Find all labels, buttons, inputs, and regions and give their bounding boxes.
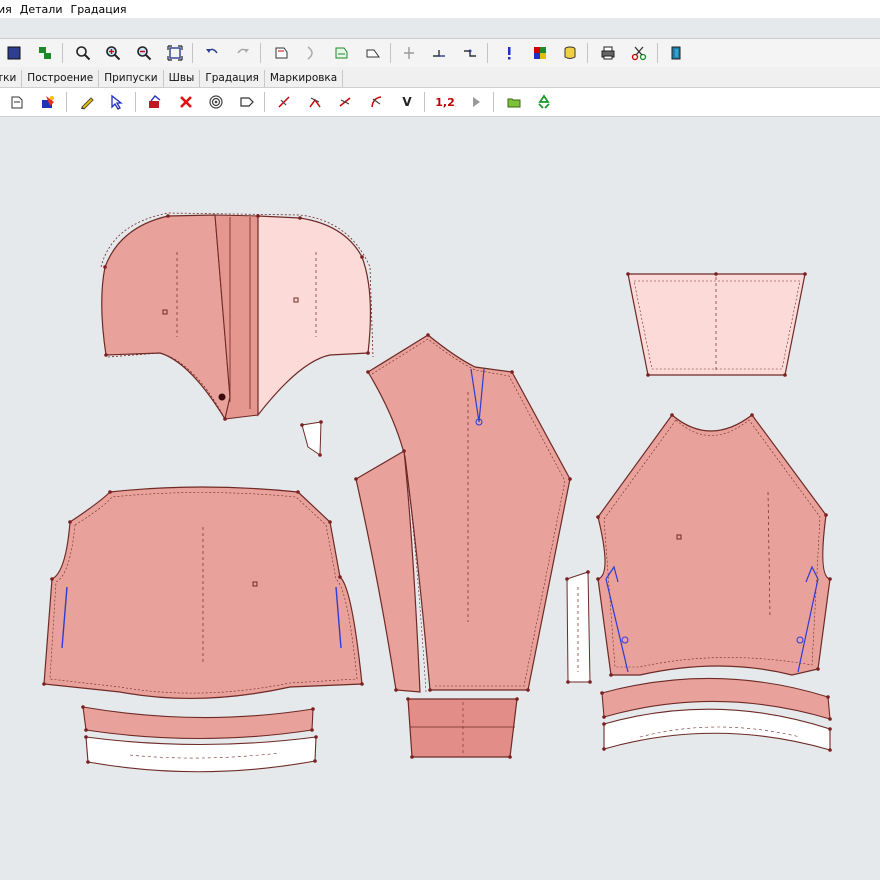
delete-icon[interactable] [175, 91, 197, 113]
menu-item-details[interactable]: Детали [16, 3, 67, 16]
sleeve-right-piece[interactable] [597, 414, 831, 676]
step-alt-icon[interactable] [459, 42, 481, 64]
main-toolbar [0, 38, 880, 68]
menu-item-grading[interactable]: Градация [66, 3, 130, 16]
branch-icon[interactable] [398, 42, 420, 64]
select-cursor-icon[interactable] [106, 91, 128, 113]
tab-grading[interactable]: Градация [200, 70, 265, 87]
value-label: 1,2 [435, 95, 455, 109]
waistband-pink[interactable] [82, 706, 314, 740]
cut-curve-icon[interactable] [304, 91, 326, 113]
small-tab-piece[interactable] [301, 421, 322, 456]
open-folder-icon[interactable] [503, 91, 525, 113]
tab-allowances[interactable]: Припуски [99, 70, 164, 87]
menu-bar: ия Детали Градация [0, 0, 880, 18]
hood-right-piece[interactable] [257, 215, 372, 417]
recycle-icon[interactable] [533, 91, 555, 113]
zoom-icon[interactable] [72, 42, 94, 64]
paint-piece-icon[interactable] [37, 91, 59, 113]
hood-left-piece[interactable] [101, 214, 231, 421]
pencil-icon[interactable] [76, 91, 98, 113]
stop-square-icon[interactable] [3, 42, 25, 64]
database-icon[interactable] [559, 42, 581, 64]
piece-green-icon[interactable] [330, 42, 352, 64]
new-piece-icon[interactable] [6, 91, 28, 113]
zoom-out-icon[interactable] [133, 42, 155, 64]
color-palette-icon[interactable] [529, 42, 551, 64]
notch-tag-icon[interactable] [236, 91, 258, 113]
pattern-canvas[interactable] [0, 117, 880, 880]
pattern-pieces-svg [42, 212, 832, 773]
collar-band-piece[interactable] [627, 273, 806, 376]
exit-door-icon[interactable] [665, 42, 687, 64]
tab-construction[interactable]: Построение [22, 70, 100, 87]
redo-icon[interactable] [232, 42, 254, 64]
tab-0[interactable]: тки [0, 70, 23, 87]
play-icon[interactable] [465, 91, 487, 113]
tab-seams[interactable]: Швы [164, 70, 201, 87]
body-front-piece[interactable] [43, 486, 363, 700]
tab-bar: тки Построение Припуски Швы Градация Мар… [0, 67, 880, 88]
target-icon[interactable] [205, 91, 227, 113]
v-notch-button[interactable]: V [396, 91, 418, 113]
piece-shape-icon[interactable] [362, 42, 384, 64]
layers-icon[interactable] [34, 42, 56, 64]
step-icon[interactable] [428, 42, 450, 64]
tools-toolbar: V 1,2 [0, 88, 880, 117]
cut-line-icon[interactable] [273, 91, 295, 113]
cut-hook-icon[interactable] [365, 91, 387, 113]
fit-to-window-icon[interactable] [164, 42, 186, 64]
value-button[interactable]: 1,2 [430, 91, 460, 113]
curve-icon[interactable] [300, 42, 322, 64]
waistband-white[interactable] [85, 736, 317, 773]
placket-strip-piece[interactable] [566, 571, 591, 683]
undo-icon[interactable] [201, 42, 223, 64]
menu-item-0[interactable]: ия [0, 3, 16, 16]
piece-outline-icon[interactable] [270, 42, 292, 64]
cuff-band-white[interactable] [603, 708, 831, 751]
exclamation-icon[interactable] [498, 42, 520, 64]
zoom-in-icon[interactable] [102, 42, 124, 64]
cut-angle-icon[interactable] [334, 91, 356, 113]
fill-bucket-icon[interactable] [144, 91, 166, 113]
scissors-icon[interactable] [628, 42, 650, 64]
pocket-piece[interactable] [407, 698, 518, 758]
tab-marking[interactable]: Маркировка [265, 70, 344, 87]
v-notch-label: V [402, 95, 412, 109]
printer-icon[interactable] [597, 42, 619, 64]
